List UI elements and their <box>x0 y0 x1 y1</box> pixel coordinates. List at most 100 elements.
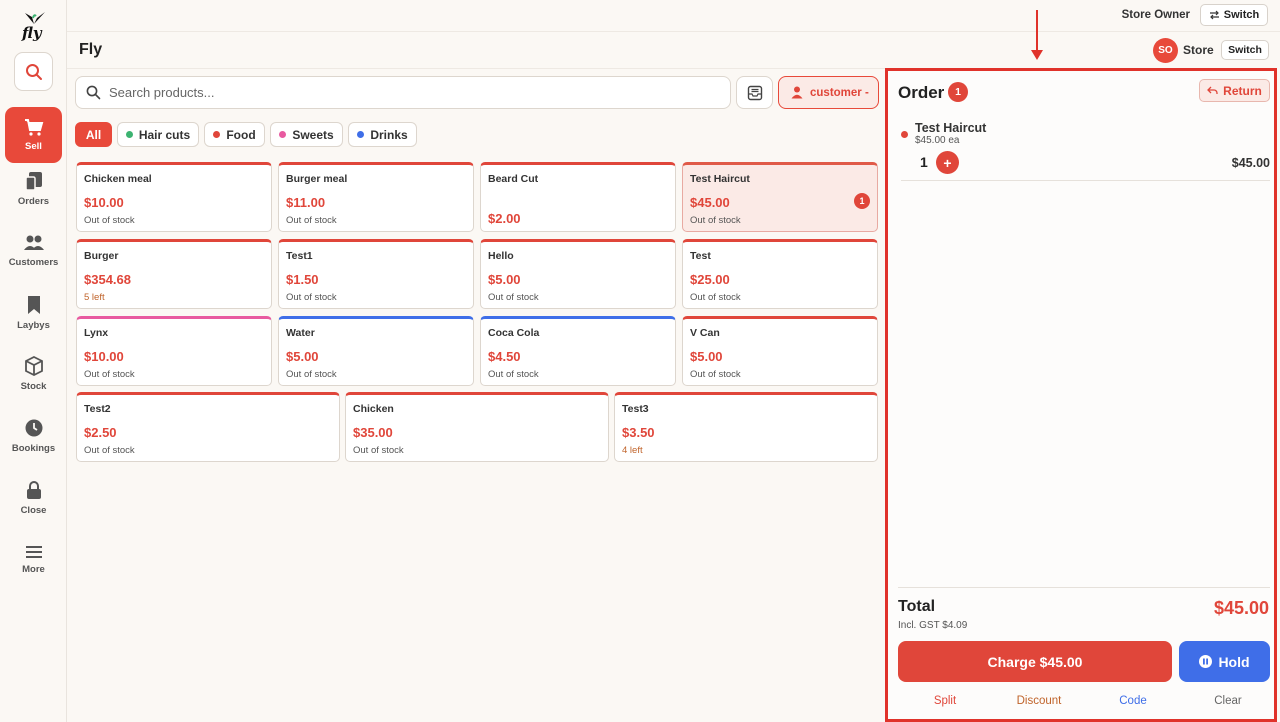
product-price: $5.00 <box>488 272 521 287</box>
lock-icon <box>26 481 41 499</box>
scan-button[interactable] <box>736 76 773 109</box>
category-drinks[interactable]: Drinks <box>348 122 417 147</box>
avatar[interactable]: SO <box>1153 38 1178 63</box>
category-sweets[interactable]: Sweets <box>270 122 343 147</box>
subheader-divider <box>67 68 885 69</box>
sidebar-item-close[interactable]: Close <box>5 470 62 526</box>
product-card-burger-meal[interactable]: Burger meal $11.00 Out of stock <box>278 162 474 232</box>
sidebar-search-button[interactable] <box>14 52 53 91</box>
product-card-lynx[interactable]: Lynx $10.00 Out of stock <box>76 316 272 386</box>
category-label: All <box>85 127 102 142</box>
line-item-qty: 1 <box>920 154 928 170</box>
product-price: $45.00 <box>690 195 730 210</box>
category-all[interactable]: All <box>75 122 112 147</box>
product-name: Test3 <box>622 403 649 415</box>
product-name: Test1 <box>286 250 313 262</box>
product-card-water[interactable]: Water $5.00 Out of stock <box>278 316 474 386</box>
bookmark-icon <box>27 296 40 314</box>
total-amount: $45.00 <box>1213 598 1269 618</box>
product-name: Burger <box>84 250 119 262</box>
product-card-burger[interactable]: Burger $354.68 5 left <box>76 239 272 309</box>
search-input[interactable] <box>109 85 709 100</box>
annotation-arrow-shaft <box>1036 10 1038 52</box>
switch-store-button[interactable]: Switch <box>1221 40 1269 60</box>
product-card-chicken-meal[interactable]: Chicken meal $10.00 Out of stock <box>76 162 272 232</box>
sidebar-label-close: Close <box>20 505 47 516</box>
order-panel: Order 1 Return Test Haircut $45.00 ea 1 … <box>885 68 1277 722</box>
product-name: Beard Cut <box>488 173 539 185</box>
sidebar-item-customers[interactable]: Customers <box>5 223 62 279</box>
product-name: Test <box>690 250 711 262</box>
category-dot <box>357 131 365 138</box>
product-name: Lynx <box>84 327 109 339</box>
product-card-test-haircut[interactable]: Test Haircut $45.00 Out of stock 1 <box>682 162 878 232</box>
sidebar-label-stock: Stock <box>20 381 47 392</box>
increase-qty-button[interactable]: + <box>936 151 959 174</box>
product-card-test2[interactable]: Test2 $2.50 Out of stock <box>76 392 340 462</box>
switch-user-label: Switch <box>1223 9 1260 21</box>
sidebar-item-laybys[interactable]: Laybys <box>5 285 62 341</box>
category-hair-cuts[interactable]: Hair cuts <box>117 122 199 147</box>
category-label: Food <box>226 127 256 142</box>
product-price: $3.50 <box>622 425 655 440</box>
product-name: Coca Cola <box>488 327 540 339</box>
product-card-coca-cola[interactable]: Coca Cola $4.50 Out of stock <box>480 316 676 386</box>
product-card-test1[interactable]: Test1 $1.50 Out of stock <box>278 239 474 309</box>
return-label: Return <box>1223 83 1262 98</box>
product-card-test3[interactable]: Test3 $3.50 4 left <box>614 392 878 462</box>
sidebar-label-laybys: Laybys <box>17 320 50 331</box>
category-food[interactable]: Food <box>204 122 265 147</box>
order-count-badge: 1 <box>948 82 968 102</box>
product-name: Chicken meal <box>84 173 152 185</box>
order-line-item[interactable]: Test Haircut $45.00 ea 1 + $45.00 <box>901 115 1270 181</box>
sidebar-label-sell: Sell <box>25 141 42 152</box>
clock-icon <box>25 419 42 437</box>
return-button[interactable]: Return <box>1199 79 1270 102</box>
product-card-v-can[interactable]: V Can $5.00 Out of stock <box>682 316 878 386</box>
line-item-name: Test Haircut <box>915 121 987 135</box>
total-label: Total <box>898 598 936 615</box>
sidebar-label-bookings: Bookings <box>11 443 56 454</box>
product-name: Hello <box>488 250 514 262</box>
split-link[interactable]: Split <box>905 695 985 707</box>
code-link[interactable]: Code <box>1093 695 1173 707</box>
sidebar-item-bookings[interactable]: Bookings <box>5 408 62 464</box>
product-price: $35.00 <box>353 425 393 440</box>
product-card-hello[interactable]: Hello $5.00 Out of stock <box>480 239 676 309</box>
product-card-chicken[interactable]: Chicken $35.00 Out of stock <box>345 392 609 462</box>
product-card-beard-cut[interactable]: Beard Cut $2.00 <box>480 162 676 232</box>
charge-button[interactable]: Charge $45.00 <box>898 641 1172 682</box>
return-icon <box>1207 86 1218 94</box>
search-icon <box>25 63 42 80</box>
sidebar-label-customers: Customers <box>8 257 59 268</box>
category-label: Drinks <box>370 127 408 142</box>
hold-button[interactable]: Hold <box>1179 641 1270 682</box>
orders-icon <box>24 172 42 191</box>
product-card-test[interactable]: Test $25.00 Out of stock <box>682 239 878 309</box>
product-price: $25.00 <box>690 272 730 287</box>
sidebar-item-orders[interactable]: Orders <box>5 161 62 217</box>
product-stock: Out of stock <box>488 369 539 380</box>
product-stock: Out of stock <box>286 369 337 380</box>
store-owner-label: Store Owner <box>1121 9 1190 21</box>
sidebar-item-stock[interactable]: Stock <box>5 346 62 402</box>
pause-icon <box>1199 655 1213 668</box>
sidebar: fly Sell Orders Customers Laybys Stock B… <box>0 0 67 722</box>
customers-icon <box>23 235 44 250</box>
customer-select-button[interactable]: customer - <box>778 76 879 109</box>
switch-user-button[interactable]: Switch <box>1200 4 1268 26</box>
product-name: Test2 <box>84 403 111 415</box>
discount-link[interactable]: Discount <box>999 695 1079 707</box>
clear-link[interactable]: Clear <box>1188 695 1268 707</box>
product-stock: Out of stock <box>353 445 404 456</box>
sidebar-label-more: More <box>22 564 45 575</box>
product-stock: 4 left <box>622 445 643 456</box>
line-item-unit-price: $45.00 ea <box>915 135 960 146</box>
sidebar-item-sell[interactable]: Sell <box>5 107 62 163</box>
switch-icon <box>1209 10 1219 20</box>
person-icon <box>791 86 803 99</box>
product-search[interactable] <box>75 76 731 109</box>
product-name: V Can <box>690 327 720 339</box>
store-label: Store <box>1183 43 1214 57</box>
sidebar-item-more[interactable]: More <box>5 532 62 588</box>
